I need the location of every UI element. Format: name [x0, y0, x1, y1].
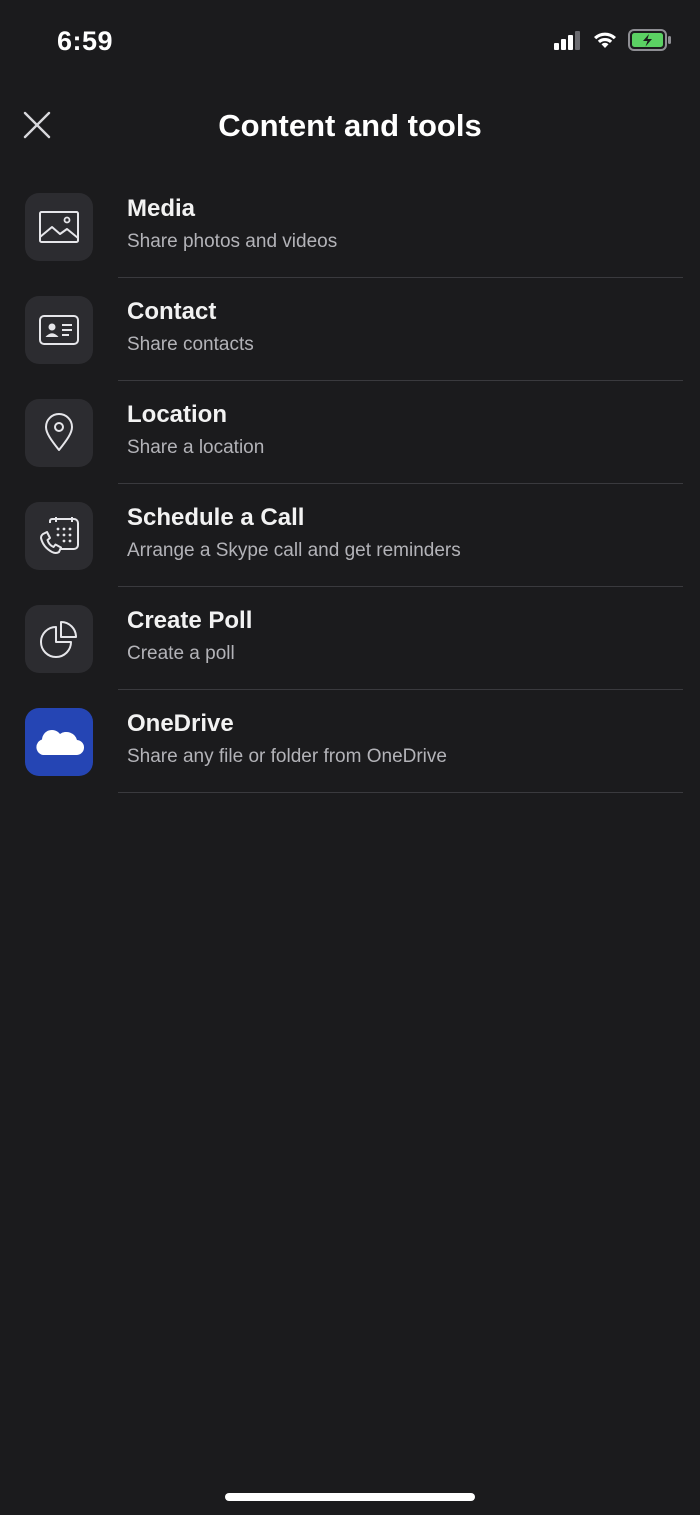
cellular-signal-icon [554, 30, 582, 55]
page-title: Content and tools [218, 108, 482, 143]
menu-item-location[interactable]: Location Share a location [0, 381, 700, 484]
menu-item-subtitle: Share contacts [127, 334, 254, 355]
menu-item-subtitle: Arrange a Skype call and get reminders [127, 540, 461, 561]
onedrive-cloud-icon [25, 708, 93, 776]
content-tools-list: Media Share photos and videos Contact Sh… [0, 175, 700, 793]
menu-item-subtitle: Share any file or folder from OneDrive [127, 746, 447, 767]
status-bar: 6:59 [0, 0, 700, 88]
menu-item-create-poll[interactable]: Create Poll Create a poll [0, 587, 700, 690]
menu-item-title: Media [127, 195, 196, 222]
header: Content and tools [0, 88, 700, 168]
menu-item-title: Location [127, 401, 227, 428]
menu-item-title: Schedule a Call [127, 504, 305, 531]
contact-card-icon [25, 296, 93, 364]
wifi-icon [592, 30, 618, 55]
menu-item-subtitle: Create a poll [127, 643, 235, 664]
menu-item-subtitle: Share a location [127, 437, 265, 458]
home-indicator[interactable] [225, 1493, 475, 1501]
menu-item-media[interactable]: Media Share photos and videos [0, 175, 700, 278]
menu-item-contact[interactable]: Contact Share contacts [0, 278, 700, 381]
menu-item-schedule-call[interactable]: Schedule a Call Arrange a Skype call and… [0, 484, 700, 587]
image-icon [25, 193, 93, 261]
menu-item-onedrive[interactable]: OneDrive Share any file or folder from O… [0, 690, 700, 793]
menu-item-title: Create Poll [127, 607, 253, 634]
schedule-call-icon [25, 502, 93, 570]
menu-item-title: Contact [127, 298, 217, 325]
location-pin-icon [25, 399, 93, 467]
menu-item-subtitle: Share photos and videos [127, 231, 338, 252]
menu-item-title: OneDrive [127, 710, 234, 737]
pie-chart-icon [25, 605, 93, 673]
status-time: 6:59 [57, 26, 114, 56]
divider [118, 792, 683, 793]
status-icons [554, 28, 672, 56]
battery-charging-icon [628, 28, 672, 56]
